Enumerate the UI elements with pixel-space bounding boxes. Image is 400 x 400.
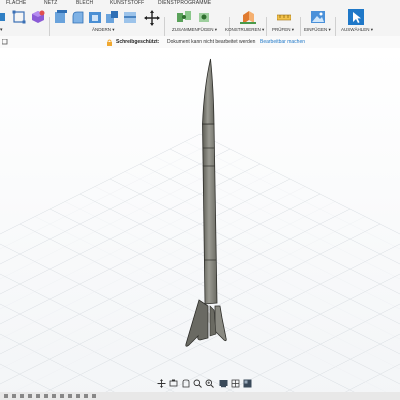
- fit-icon[interactable]: [205, 379, 214, 388]
- grid-settings-icon[interactable]: [231, 379, 240, 388]
- make-editable-link[interactable]: Bearbeitbar machen: [260, 38, 305, 47]
- pan-icon[interactable]: [169, 379, 178, 388]
- tab-netz[interactable]: NETZ: [44, 0, 57, 7]
- group-aendern[interactable]: ÄNDERN ▾: [92, 27, 115, 33]
- readonly-banner: Schreibgeschützt: Dokument kann nicht be…: [104, 38, 305, 47]
- measure-icon[interactable]: [277, 12, 291, 22]
- toolbar-tabs: FLÄCHE NETZ BLECH KUNSTSTOFF DIENSTPROGR…: [0, 0, 400, 7]
- scale-icon[interactable]: [105, 10, 119, 24]
- look-at-icon[interactable]: [181, 379, 190, 388]
- zoom-icon[interactable]: [193, 379, 202, 388]
- group-pruefen[interactable]: PRÜFEN ▾: [272, 27, 294, 33]
- timeline-bar: [0, 392, 400, 400]
- rocket-body: [202, 123, 218, 305]
- timeline-controls[interactable]: [4, 393, 144, 399]
- partial-tool-icon[interactable]: [0, 11, 6, 23]
- readonly-label: Schreibgeschützt:: [116, 39, 160, 45]
- select-icon[interactable]: [348, 9, 364, 25]
- edit-form-icon[interactable]: [12, 10, 26, 24]
- tab-dienstprogramme[interactable]: DIENSTPROGRAMME: [158, 0, 211, 7]
- fillet-icon[interactable]: [71, 10, 85, 24]
- joint-icon[interactable]: [176, 10, 192, 24]
- group-zusammenfuegen[interactable]: ZUSAMMENFÜGEN ▾: [172, 27, 217, 33]
- split-body-icon[interactable]: [123, 10, 137, 24]
- browser-toggle-icon[interactable]: [2, 39, 8, 45]
- viewports-icon[interactable]: [243, 379, 252, 388]
- box-icon[interactable]: [31, 10, 45, 24]
- orbit-icon[interactable]: [157, 379, 166, 388]
- offset-plane-icon[interactable]: [240, 10, 256, 26]
- group-einfuegen[interactable]: EINFÜGEN ▾: [304, 27, 331, 33]
- canvas-viewport[interactable]: [0, 48, 400, 400]
- ribbon: ▾ ÄNDERN ▾ ZUSAMMENFÜGEN ▾ KONSTRUIEREN …: [0, 7, 400, 39]
- lock-icon: [107, 39, 112, 46]
- tab-kunststoff[interactable]: KUNSTSTOFF: [110, 0, 144, 7]
- display-settings-icon[interactable]: [219, 379, 228, 388]
- move-copy-icon[interactable]: [144, 10, 160, 26]
- shell-icon[interactable]: [88, 10, 102, 24]
- insert-image-icon[interactable]: [310, 9, 326, 25]
- group-konstruieren[interactable]: KONSTRUIEREN ▾: [225, 27, 264, 33]
- as-built-joint-icon[interactable]: [197, 10, 211, 24]
- tab-flaeche[interactable]: FLÄCHE: [6, 0, 26, 7]
- press-pull-icon[interactable]: [54, 10, 68, 24]
- view-navigation-bar: [155, 378, 255, 390]
- tab-blech[interactable]: BLECH: [76, 0, 93, 7]
- readonly-message: Dokument kann nicht bearbeitet werden: [167, 39, 256, 45]
- group-auswaehlen[interactable]: AUSWÄHLEN ▾: [341, 27, 373, 33]
- ribbon-left-chevron[interactable]: ▾: [0, 27, 3, 33]
